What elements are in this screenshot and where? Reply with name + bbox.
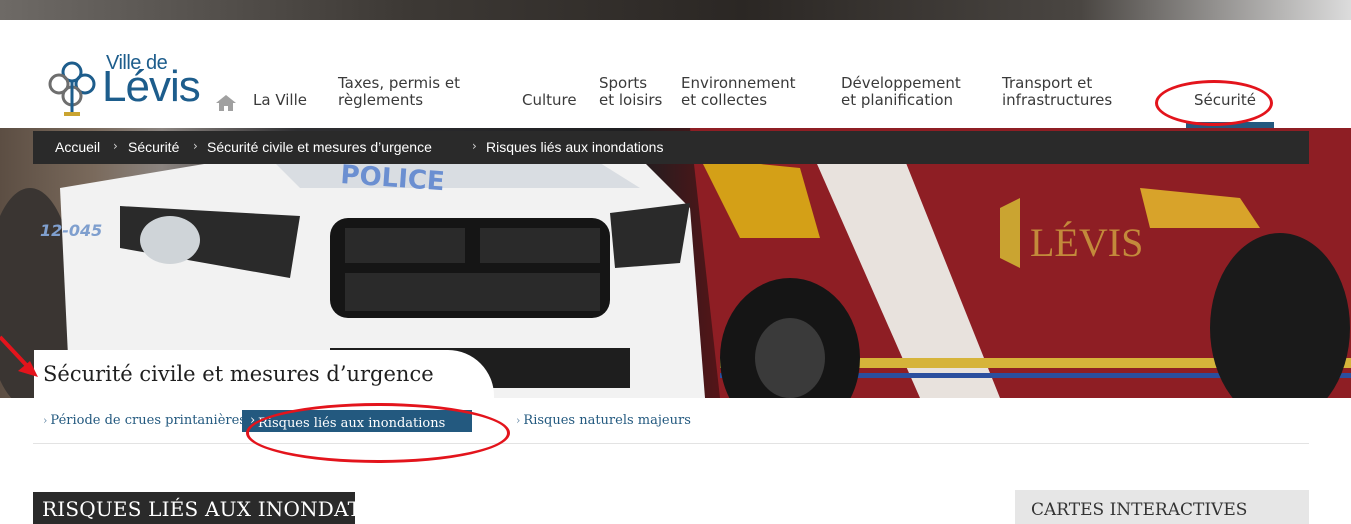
car-number-left: 12-045 (40, 221, 102, 240)
breadcrumb-securite[interactable]: Sécurité (128, 139, 179, 155)
nav-taxes-permis[interactable]: Taxes, permis et règlements (338, 75, 460, 109)
breadcrumb-accueil[interactable]: Accueil (55, 139, 100, 155)
subnav-periode-crues[interactable]: › Période de crues printanières (43, 413, 246, 428)
breadcrumb: Accueil › Sécurité › Sécurité civile et … (33, 131, 1309, 164)
subnav-active-label: › Risques liés aux inondations (250, 413, 446, 431)
site-logo[interactable]: Ville de Lévis (42, 48, 242, 120)
breadcrumb-separator-icon: › (193, 139, 198, 153)
hero-title-box: Sécurité civile et mesures d’urgence (34, 350, 494, 400)
breadcrumb-separator-icon: › (113, 139, 118, 153)
truck-levis-text: LÉVIS (1030, 220, 1143, 265)
header-background-photo (0, 0, 1351, 20)
subnav-risques-naturels[interactable]: › Risques naturels majeurs (516, 413, 691, 428)
subnav-label: Période de crues printanières (50, 413, 246, 428)
breadcrumb-risques-inondations[interactable]: Risques liés aux inondations (486, 139, 663, 155)
chevron-right-icon: › (516, 414, 521, 427)
nav-transport[interactable]: Transport et infrastructures (1002, 75, 1112, 109)
page-title: Sécurité civile et mesures d’urgence (43, 362, 434, 386)
subnav-risques-inondations[interactable]: › Risques liés aux inondations (242, 410, 472, 432)
annotation-arrow-icon (0, 335, 38, 377)
site-header: Ville de Lévis La Ville Taxes, permis et… (33, 20, 1309, 128)
sidebar-cartes-interactives[interactable]: CARTES INTERACTIVES (1015, 490, 1309, 524)
subnav-label: Risques liés aux inondations (258, 416, 446, 431)
nav-developpement[interactable]: Développement et planification (841, 75, 961, 109)
content-heading-text: RISQUES LIÉS AUX INONDATION (42, 497, 404, 521)
home-icon[interactable] (215, 94, 237, 112)
logo-emblem-icon (48, 61, 96, 116)
subnav-label: Risques naturels majeurs (523, 413, 691, 428)
content-heading: RISQUES LIÉS AUX INONDATION (33, 492, 403, 524)
nav-sports-loisirs[interactable]: Sports et loisirs (599, 75, 662, 109)
chevron-right-icon: › (43, 414, 48, 427)
breadcrumb-separator-icon: › (472, 139, 477, 153)
breadcrumb-securite-civile[interactable]: Sécurité civile et mesures d’urgence (207, 139, 432, 155)
section-subnav: › Période de crues printanières › Risques … (33, 398, 1309, 444)
nav-culture[interactable]: Culture (522, 92, 577, 109)
nav-la-ville[interactable]: La Ville (253, 92, 307, 109)
sidebar-heading-text: CARTES INTERACTIVES (1031, 500, 1248, 520)
logo-levis: Lévis (102, 62, 201, 111)
nav-securite[interactable]: Sécurité (1194, 92, 1256, 109)
nav-environnement[interactable]: Environnement et collectes (681, 75, 796, 109)
